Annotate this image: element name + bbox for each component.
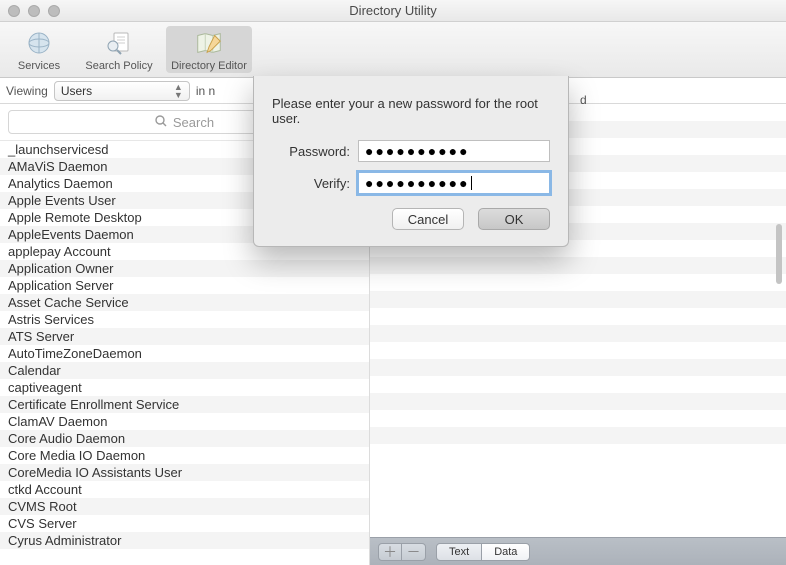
list-item[interactable]: Application Server (0, 277, 369, 294)
toolbar-item-directory-editor[interactable]: Directory Editor (166, 26, 252, 73)
toolbar-item-label: Search Policy (85, 60, 152, 72)
magnifier-document-icon (104, 28, 134, 58)
list-item[interactable]: AutoTimeZoneDaemon (0, 345, 369, 362)
properties-footer: ＋ － Text Data (370, 537, 786, 565)
scroll-thumb[interactable] (776, 224, 782, 284)
add-button[interactable]: ＋ (378, 543, 402, 561)
password-sheet: Please enter your a new password for the… (253, 76, 569, 247)
list-item[interactable]: Asset Cache Service (0, 294, 369, 311)
verify-label: Verify: (272, 176, 350, 191)
list-item[interactable]: Astris Services (0, 311, 369, 328)
toolbar-item-label: Directory Editor (171, 60, 247, 72)
text-caret (471, 176, 472, 190)
verify-value: ●●●●●●●●●● (365, 175, 470, 191)
search-placeholder: Search (173, 115, 214, 130)
segment-text[interactable]: Text (436, 543, 482, 561)
remove-button[interactable]: － (402, 543, 426, 561)
list-item[interactable]: Calendar (0, 362, 369, 379)
window-title: Directory Utility (0, 3, 786, 18)
toolbar-item-services[interactable]: Services (6, 26, 72, 73)
scrollbar[interactable] (772, 104, 786, 537)
verify-field[interactable]: ●●●●●●●●●● (358, 172, 550, 194)
password-label: Password: (272, 144, 350, 159)
segment-data[interactable]: Data (482, 543, 530, 561)
password-value: ●●●●●●●●●● (365, 143, 470, 159)
list-item[interactable]: Cyrus Administrator (0, 532, 369, 549)
toolbar-item-label: Services (18, 60, 60, 72)
list-item[interactable]: CVS Server (0, 515, 369, 532)
add-remove-group: ＋ － (378, 543, 426, 561)
list-item[interactable]: Core Media IO Daemon (0, 447, 369, 464)
globe-icon (24, 28, 54, 58)
list-item[interactable]: CoreMedia IO Assistants User (0, 464, 369, 481)
password-field[interactable]: ●●●●●●●●●● (358, 140, 550, 162)
toolbar: Services Search Policy Directory Editor (0, 22, 786, 78)
cancel-button[interactable]: Cancel (392, 208, 464, 230)
filter-trailing-fragment: d (580, 93, 587, 107)
list-item[interactable]: Application Owner (0, 260, 369, 277)
view-mode-segmented: Text Data (436, 543, 530, 561)
titlebar: Directory Utility (0, 0, 786, 22)
list-item[interactable]: ATS Server (0, 328, 369, 345)
select-value: Users (61, 84, 92, 98)
list-item[interactable]: CVMS Root (0, 498, 369, 515)
viewing-label: Viewing (6, 84, 48, 98)
list-item[interactable]: captiveagent (0, 379, 369, 396)
search-icon (155, 115, 167, 130)
list-item[interactable]: ctkd Account (0, 481, 369, 498)
updown-arrows-icon: ▲▼ (174, 83, 183, 99)
toolbar-item-search-policy[interactable]: Search Policy (76, 26, 162, 73)
list-item[interactable]: ClamAV Daemon (0, 413, 369, 430)
record-type-select[interactable]: Users ▲▼ (54, 81, 190, 101)
sheet-prompt: Please enter your a new password for the… (272, 96, 550, 126)
list-item[interactable]: Certificate Enrollment Service (0, 396, 369, 413)
filter-in-node-label: in n (196, 84, 215, 98)
list-item[interactable]: Core Audio Daemon (0, 430, 369, 447)
ok-button[interactable]: OK (478, 208, 550, 230)
map-pencil-icon (194, 28, 224, 58)
